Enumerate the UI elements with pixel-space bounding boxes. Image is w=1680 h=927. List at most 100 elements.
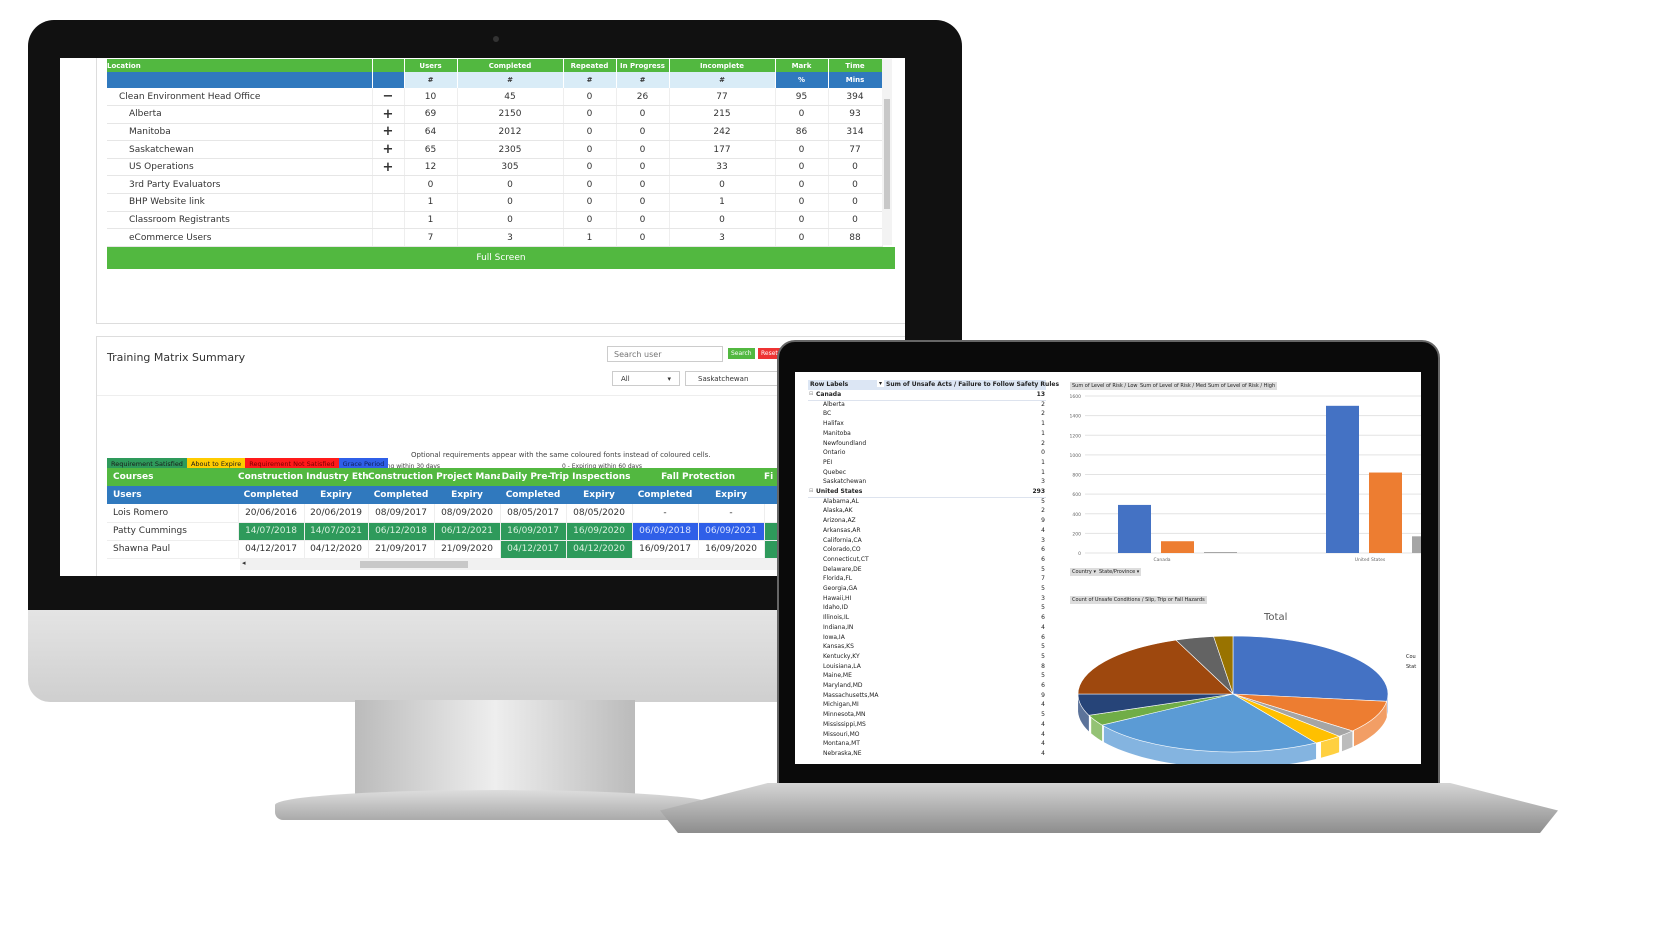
pivot-row-label[interactable]: Kansas,KS [823,643,854,650]
status-filter-select[interactable]: All ▾ [612,371,680,386]
date-cell: 14/07/2021 [304,522,369,541]
pivot-row-label[interactable]: Florida,FL [823,575,852,582]
cell-value: 12 [404,158,458,177]
pivot-row-label[interactable]: Colorado,CO [823,546,861,553]
pivot-row-label[interactable]: PEI [823,459,832,466]
pivot-row-label[interactable]: Illinois,IL [823,614,849,621]
pivot-row-label[interactable]: Ontario [823,449,845,456]
scroll-left-icon[interactable]: ◂ [242,559,246,567]
pivot-row-label[interactable]: Minnesota,MN [823,711,866,718]
table-row[interactable]: Patty Cummings 14/07/2018 14/07/2021 06/12/… [107,522,848,541]
pivot-row-label[interactable]: Massachusetts,MA [823,692,879,699]
table-row[interactable]: Classroom Registrants 1 0 0 0 0 0 0 [107,211,883,230]
pivot-row-label[interactable]: Arkansas,AR [823,527,861,534]
pivot-row-label[interactable]: Maryland,MD [823,682,863,689]
expand-icon[interactable]: + [372,140,405,159]
table-scrollbar[interactable] [882,59,892,245]
pivot-row-label[interactable]: Alberta [823,401,845,408]
cell-value: 3 [669,228,776,247]
cell-value: 1 [669,193,776,212]
table-row[interactable]: Alberta +69 2150 0 0 215 0 93 [107,105,883,124]
pivot-row-label[interactable]: Georgia,GA [823,585,857,592]
cell-value: 0 [669,175,776,195]
table-row[interactable]: Shawna Paul 04/12/2017 04/12/2020 21/09/201… [107,540,848,559]
cell-value: 7 [404,228,458,247]
pivot-row-label[interactable]: Nebraska,NE [823,750,862,757]
search-user-input[interactable] [607,346,723,362]
cell-value: 0 [563,211,617,230]
pivot-row-label[interactable]: Delaware,DE [823,566,862,573]
pivot-row-label[interactable]: Louisiana,LA [823,663,861,670]
course-header[interactable]: Fall Protection [632,468,765,486]
pivot-row-label[interactable]: BC [823,410,831,417]
horizontal-scrollbar[interactable]: ◂ [240,559,800,570]
table-row[interactable]: 3rd Party Evaluators 0 0 0 0 0 0 0 [107,175,883,195]
series-field-chip[interactable]: Sum of Level of Risk / Low [1070,382,1140,390]
pivot-row-label[interactable]: Kentucky,KY [823,653,860,660]
pivot-row-label[interactable]: Idaho,ID [823,604,848,611]
pivot-row-label[interactable]: Halifax [823,420,844,427]
table-row[interactable]: eCommerce Users 7 3 1 0 3 0 88 [107,228,883,247]
scrollbar-thumb[interactable] [884,99,890,209]
pivot-row-value: 9 [1041,517,1045,525]
pivot-row-label[interactable]: Saskatchewan [823,478,866,485]
expand-icon[interactable]: + [372,158,405,177]
pivot-group-label[interactable]: Canada [816,391,841,398]
pivot-row-label[interactable]: Montana,MT [823,740,860,747]
location-filter-select[interactable]: Saskatchewan [685,371,785,386]
pivot-row-label[interactable]: Manitoba [823,430,851,437]
pivot-row-label[interactable]: Newfoundland [823,440,866,447]
pie-legend-item: Stat [1406,664,1417,670]
pivot-row-label[interactable]: Connecticut,CT [823,556,869,563]
pivot-row-label[interactable]: Alaska,AK [823,507,853,514]
table-row[interactable]: BHP Website link 1 0 0 0 1 0 0 [107,193,883,212]
pivot-row-label[interactable]: Missouri,MO [823,731,860,738]
pivot-group-label[interactable]: United States [816,488,862,495]
cell-value: 10 [404,88,458,107]
table-row[interactable]: Lois Romero 20/06/2016 20/06/2019 08/09/201… [107,504,848,523]
search-button[interactable]: Search [728,348,755,359]
series-field-chip[interactable]: Sum of Level of Risk / High [1206,382,1278,390]
expand-icon[interactable]: + [372,105,405,124]
row-labels-header: Row Labels [810,381,849,388]
table-row[interactable]: US Operations +12 305 0 0 33 0 0 [107,158,883,177]
user-name[interactable]: Shawna Paul [107,540,239,559]
location-name: eCommerce Users [107,228,373,247]
table-row[interactable]: Saskatchewan +65 2305 0 0 177 0 77 [107,140,883,159]
cell-value: 0 [616,211,670,230]
expand-icon[interactable]: + [372,123,405,142]
full-screen-button[interactable]: Full Screen [107,247,895,269]
location-name: BHP Website link [107,193,373,212]
collapse-icon[interactable]: − [372,88,405,107]
y-tick-label: 600 [1072,492,1081,498]
row-labels-filter-icon[interactable]: ▾ [877,380,885,387]
course-header[interactable]: Construction Project Manage... [368,468,501,486]
pivot-row-label[interactable]: Quebec [823,469,846,476]
table-row[interactable]: Manitoba +64 2012 0 0 242 86 314 [107,123,883,142]
cell-value: 1 [563,228,617,247]
pivot-row-label[interactable]: Mississippi,MS [823,721,866,728]
pivot-row-label[interactable]: Maine,ME [823,672,852,679]
pivot-row-value: 6 [1041,555,1045,563]
pivot-row-label[interactable]: Arizona,AZ [823,517,856,524]
value-header: Sum of Unsafe Acts / Failure to Follow S… [886,381,1060,388]
cell-value: 77 [828,140,883,159]
course-header[interactable]: Daily Pre-Trip Inspections [500,468,633,486]
collapse-icon[interactable]: ⊟ [809,391,813,397]
scrollbar-thumb[interactable] [360,561,468,568]
column-unit: # [457,72,564,88]
axis-filter-button[interactable]: Country ▾ [1070,568,1098,576]
user-name[interactable]: Lois Romero [107,504,239,523]
course-header[interactable]: Construction Industry Ethics [238,468,369,486]
pivot-row-label[interactable]: California,CA [823,537,862,544]
pivot-row-label[interactable]: Alabama,AL [823,498,859,505]
user-name[interactable]: Patty Cummings [107,522,239,541]
pivot-row-label[interactable]: Iowa,IA [823,634,845,641]
pivot-row-label[interactable]: Michigan,MI [823,701,859,708]
y-tick-label: 1400 [1070,414,1082,420]
pivot-row-label[interactable]: Indiana,IN [823,624,853,631]
pivot-row-label[interactable]: Hawaii,HI [823,595,851,602]
axis-filter-button[interactable]: State/Province ▾ [1097,568,1142,576]
collapse-icon[interactable]: ⊟ [809,488,813,494]
table-row[interactable]: Clean Environment Head Office −10 45 0 26 77 9… [107,88,883,107]
